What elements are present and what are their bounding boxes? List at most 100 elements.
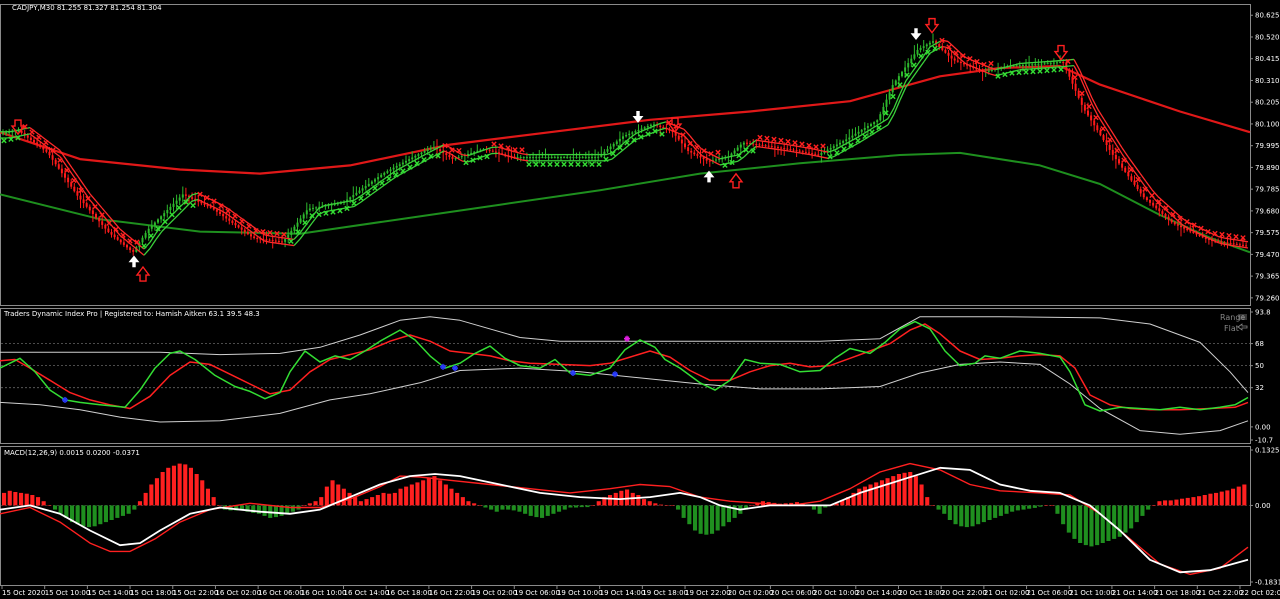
macd-hist-bar-positive (398, 488, 403, 506)
bear-candle (265, 239, 268, 241)
macd-hist-bar-positive (857, 488, 862, 506)
bear-x-marker (1219, 231, 1225, 238)
bull-x-marker (365, 190, 371, 196)
bull-candle (522, 157, 525, 159)
macd-panel[interactable]: 0.1325 0.00 -0.1831 (0, 446, 1280, 587)
bull-candle (312, 207, 314, 209)
bull-candle (575, 157, 578, 159)
fast-ma-upper (629, 132, 637, 139)
bull-candle (175, 200, 178, 204)
bull-candle (879, 114, 882, 121)
bull-x-marker (1016, 69, 1022, 76)
bear-x-marker (36, 134, 42, 141)
fast-ma-upper (761, 140, 769, 143)
macd-hist-bar-negative (523, 505, 528, 514)
macd-hist-bar-positive (1208, 493, 1213, 506)
macd-hist-bar-positive (653, 503, 658, 506)
bear-candle (491, 150, 494, 152)
bear-candle (780, 147, 783, 149)
bear-candle (1226, 242, 1229, 244)
macd-hist-bar-positive (409, 484, 414, 506)
bull-candle (990, 69, 993, 71)
bear-candle (947, 52, 950, 56)
tdi-axis-label: 68 (1255, 340, 1264, 348)
bull-x-marker (379, 180, 385, 186)
fast-ma-lower (773, 148, 781, 151)
macd-hist-bar-positive (30, 495, 35, 506)
macd-hist-bar-positive (1168, 500, 1173, 506)
fast-ma-lower (1235, 245, 1243, 248)
bear-candle (956, 60, 959, 62)
price-panel[interactable]: 80.625 80.520 80.415 80.310 80.205 80.100 79.9… (0, 4, 1280, 306)
bull-candle (901, 71, 903, 77)
bear-candle (82, 199, 85, 204)
bear-candle (122, 242, 125, 245)
macd-hist-bar-positive (596, 501, 601, 506)
macd-hist-bar-negative (676, 505, 681, 510)
fast-ma-upper (269, 235, 277, 238)
sell-arrow-icon (910, 28, 922, 41)
bull-candle (609, 146, 612, 150)
macd-hist-bar-positive (1214, 492, 1219, 506)
bull-candle (572, 157, 575, 159)
macd-hist-bar-negative (126, 505, 131, 514)
bull-candle (1049, 62, 1052, 64)
bear-x-marker (1226, 232, 1232, 239)
bull-x-marker (358, 195, 364, 201)
macd-hist-bar-negative (557, 505, 562, 512)
macd-hist-bar-positive (307, 503, 312, 506)
bull-x-marker (372, 185, 378, 191)
bull-candle (308, 208, 311, 211)
bear-candle (1139, 189, 1142, 194)
price-axis-label: 80.205 (1255, 99, 1280, 107)
bull-candle (529, 157, 531, 159)
bull-candle (634, 131, 637, 133)
macd-hist-bar-negative (959, 505, 964, 527)
bear-candle (215, 209, 218, 212)
bear-x-marker (456, 147, 462, 154)
bear-candle (755, 143, 758, 145)
slow-moving-average (0, 64, 1251, 175)
macd-hist-bar-positive (1185, 497, 1190, 506)
time-axis-label: 20 Oct 06:00 (770, 589, 816, 597)
macd-hist-bar-negative (81, 505, 86, 527)
bull-candle (386, 171, 389, 173)
macd-hist-bar-negative (976, 505, 981, 525)
macd-hist-bar-negative (1134, 505, 1139, 523)
bull-candle (1031, 64, 1034, 66)
fast-ma-lower (617, 148, 625, 155)
bull-x-marker (918, 53, 924, 59)
bull-candle (925, 44, 928, 47)
bear-x-marker (715, 149, 721, 156)
bull-candle (733, 150, 736, 154)
chart-canvas[interactable]: 80.625 80.520 80.415 80.310 80.205 80.100 79.9… (0, 0, 1280, 599)
bull-candle (302, 214, 305, 219)
time-axis-label: 22 Oct 02:00 (1240, 589, 1280, 597)
macd-hist-bar-negative (132, 505, 137, 510)
fast-ma-lower (767, 147, 775, 150)
bull-candle (873, 122, 876, 125)
bull-candle (398, 164, 401, 167)
time-axis-label: 15 Oct 22:00 (173, 589, 219, 597)
tdi-panel[interactable]: 93.8 68 50 32 0.00 -10.7 (0, 308, 1273, 445)
fast-ma-upper (767, 141, 775, 144)
macd-hist-bar-positive (41, 501, 46, 506)
bull-candle (454, 158, 457, 160)
sell-arrow-icon (1053, 44, 1069, 61)
fast-ma-lower (1229, 244, 1237, 247)
fast-ma-lower (287, 244, 295, 247)
macd-hist-bar-positive (1151, 505, 1156, 506)
macd-hist-bar-negative (1066, 505, 1071, 533)
macd-hist-bar-positive (177, 463, 182, 506)
macd-hist-bar-positive (930, 505, 935, 506)
macd-hist-bar-negative (517, 505, 522, 512)
bear-candle (64, 173, 66, 178)
bear-candle (1170, 219, 1173, 223)
bull-candle (646, 126, 649, 128)
macd-hist-bar-positive (1197, 496, 1202, 506)
macd-hist-bar-negative (545, 505, 550, 516)
bull-candle (1037, 63, 1040, 65)
bear-candle (88, 206, 91, 211)
macd-hist-bar-positive (188, 467, 193, 506)
macd-hist-bar-positive (636, 495, 641, 506)
